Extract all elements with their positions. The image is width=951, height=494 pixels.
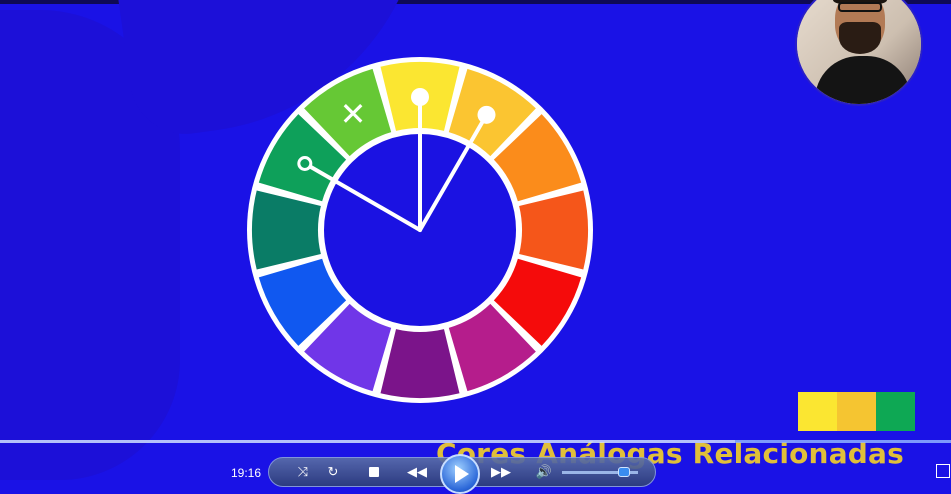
excluded-marker: ✕: [340, 95, 367, 133]
media-player-controls: 19:16 ⤨ ↻ ◀◀ ▶▶ 🔊: [0, 440, 951, 494]
shuffle-icon[interactable]: ⤨: [294, 463, 312, 481]
seek-bar-played: [0, 440, 736, 443]
palette-swatches: [798, 392, 915, 431]
palette-swatch: [798, 392, 837, 431]
wheel-pointer-dot: [411, 88, 429, 106]
palette-swatch: [876, 392, 915, 431]
play-icon[interactable]: [440, 454, 480, 494]
stop-icon[interactable]: [366, 464, 382, 480]
wheel-pointer-hollow: [297, 156, 313, 171]
volume-icon[interactable]: 🔊: [534, 463, 554, 481]
repeat-icon[interactable]: ↻: [324, 463, 342, 481]
video-frame[interactable]: ✕ Cores Análogas Relacionadas: [0, 0, 951, 494]
next-icon[interactable]: ▶▶: [486, 462, 516, 482]
seek-bar[interactable]: [0, 440, 951, 443]
palette-swatch: [837, 392, 876, 431]
switch-view-icon[interactable]: [936, 464, 950, 478]
presenter-webcam: [795, 0, 923, 106]
previous-icon[interactable]: ◀◀: [402, 462, 432, 482]
wheel-pointer-dot: [477, 105, 496, 124]
volume-slider-thumb[interactable]: [618, 467, 631, 477]
elapsed-time: 19:16: [231, 466, 262, 480]
